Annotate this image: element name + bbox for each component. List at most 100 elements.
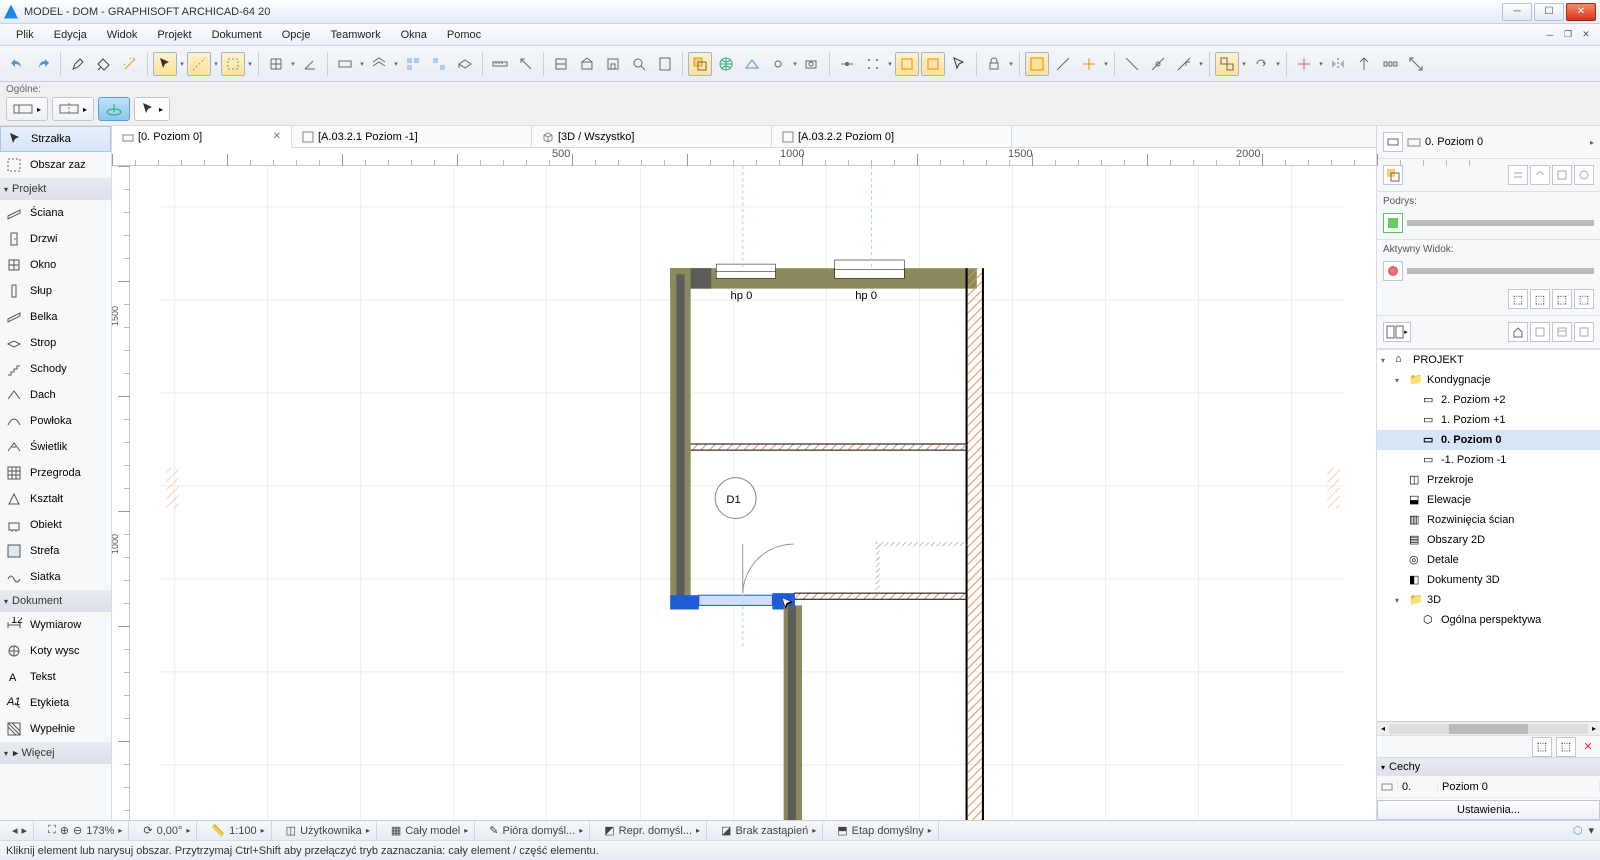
nav-layout-button[interactable] [1552, 322, 1572, 342]
lock-button[interactable] [982, 52, 1006, 76]
tool-beam[interactable]: Belka [0, 304, 111, 330]
drag-dropdown[interactable]: ▾ [1317, 60, 1325, 68]
tool-text[interactable]: ATekst [0, 664, 111, 690]
group-button[interactable] [1215, 52, 1239, 76]
aktywny-slider[interactable] [1407, 268, 1594, 274]
nav-item-2-poziom-2[interactable]: ▭2. Poziom +2 [1377, 390, 1600, 410]
tool-shell[interactable]: Powłoka [0, 408, 111, 434]
nav-expand-icon[interactable]: ▾ [1381, 356, 1391, 365]
podrys-slider[interactable] [1407, 220, 1594, 226]
drawing-canvas[interactable]: hp 0 hp 0 90 150 150 220 150 210 [130, 166, 1376, 820]
view-action-3[interactable]: ⬚ [1552, 289, 1572, 309]
view-dropdown-icon[interactable]: ▸ [1590, 138, 1594, 147]
link-button[interactable] [766, 52, 790, 76]
crosshair-button[interactable] [1077, 52, 1101, 76]
view-action-2[interactable]: ⬚ [1530, 289, 1550, 309]
grid-snap-button[interactable] [264, 52, 288, 76]
undo-button[interactable] [5, 52, 29, 76]
menu-edycja[interactable]: Edycja [44, 27, 97, 43]
magic-wand-button[interactable] [118, 52, 142, 76]
nav-new-button[interactable]: ⬚ [1532, 737, 1552, 757]
rotate-dropdown[interactable]: ▾ [1274, 60, 1282, 68]
rotate-button[interactable] [1249, 52, 1273, 76]
snap-guide-button[interactable] [221, 52, 245, 76]
detail-button[interactable] [627, 52, 651, 76]
pens-value[interactable]: Pióra domyśl... [503, 825, 576, 837]
quick-option-1[interactable]: ⬡ [1573, 824, 1583, 837]
nav-scroll-right[interactable]: ▸ [1592, 724, 1596, 733]
view-icon-button[interactable] [1383, 132, 1403, 152]
nav-item-rozwini-cia-cian[interactable]: ▥Rozwinięcia ścian [1377, 510, 1600, 530]
tool-label[interactable]: A1Etykieta [0, 690, 111, 716]
guideline-button[interactable] [187, 52, 211, 76]
tool-mesh[interactable]: Siatka [0, 564, 111, 590]
group-dropdown[interactable]: ▾ [1240, 60, 1248, 68]
menu-widok[interactable]: Widok [97, 27, 148, 43]
tool-zone[interactable]: Strefa [0, 538, 111, 564]
cursor-mode-dropdown[interactable]: ▾ [178, 60, 186, 68]
menu-opcje[interactable]: Opcje [272, 27, 321, 43]
view-action-1[interactable]: ⬚ [1508, 289, 1528, 309]
nav-item-0-poziom-0[interactable]: ▭0. Poziom 0 [1377, 430, 1600, 450]
drag-button[interactable] [1292, 52, 1316, 76]
renovation-button[interactable] [1025, 52, 1049, 76]
model-filter[interactable]: Cały model [405, 825, 460, 837]
toolbox-more-header[interactable]: ▾Więcej [0, 742, 111, 764]
maximize-button[interactable]: ☐ [1534, 3, 1564, 21]
layer-up-button[interactable] [367, 52, 391, 76]
nav-item-og-lna-perspektywa[interactable]: ⬡Ogólna perspektywa [1377, 610, 1600, 630]
properties-header[interactable]: Cechy [1377, 758, 1600, 776]
nav-project-button[interactable] [1508, 322, 1528, 342]
picker-button[interactable] [66, 52, 90, 76]
zoom-out-button[interactable]: ⊖ [73, 824, 82, 837]
doc-restore-button[interactable]: ❐ [1560, 28, 1576, 42]
snap-grid-button[interactable] [861, 52, 885, 76]
zoom-fit-button[interactable]: ⛶ [48, 824, 56, 837]
lock-dropdown[interactable]: ▾ [1007, 60, 1015, 68]
repr-value[interactable]: Repr. domyśl... [619, 825, 692, 837]
doc-close-button[interactable]: ✕ [1578, 28, 1594, 42]
gravity-button[interactable] [98, 97, 130, 121]
line-tool-button[interactable] [1051, 52, 1075, 76]
close-button[interactable]: ✕ [1566, 3, 1596, 21]
mirror-button[interactable] [1326, 52, 1350, 76]
tool-wall[interactable]: Ściana [0, 200, 111, 226]
menu-okna[interactable]: Okna [391, 27, 437, 43]
settings-button[interactable]: Ustawienia... [1377, 800, 1600, 820]
tool-slab[interactable]: Strop [0, 330, 111, 356]
tool-roof[interactable]: Dach [0, 382, 111, 408]
adjust-dropdown[interactable]: ▾ [1197, 60, 1205, 68]
nav-item-projekt[interactable]: ▾⌂PROJEKT [1377, 350, 1600, 370]
nav-item-kondygnacje[interactable]: ▾📁Kondygnacje [1377, 370, 1600, 390]
trace-settings-button[interactable] [1574, 165, 1594, 185]
tool-window[interactable]: Okno [0, 252, 111, 278]
grid-snap-dropdown[interactable]: ▾ [289, 60, 297, 68]
split-button[interactable] [1146, 52, 1170, 76]
toolbox-projekt-header[interactable]: Projekt [0, 178, 111, 200]
nav-item-obszary-2d[interactable]: ▤Obszary 2D [1377, 530, 1600, 550]
nav-item-3d[interactable]: ▾📁3D [1377, 590, 1600, 610]
crosshair-dropdown[interactable]: ▾ [1102, 60, 1110, 68]
tool-level[interactable]: Koty wysc [0, 638, 111, 664]
resize-button[interactable] [1404, 52, 1428, 76]
tool-morph[interactable]: Kształt [0, 486, 111, 512]
orientation-button[interactable]: ⟳ [143, 824, 152, 837]
angle-value[interactable]: 0,00° [157, 825, 183, 837]
nav-right-button[interactable]: ▸ [22, 824, 28, 837]
floor-nav-dropdown[interactable]: ▾ [358, 60, 366, 68]
zoom-in-button[interactable]: ⊕ [60, 824, 69, 837]
guideline-dropdown[interactable]: ▾ [212, 60, 220, 68]
tool-column[interactable]: Słup [0, 278, 111, 304]
insert-element-button[interactable]: ▸ [6, 97, 48, 121]
tab-poziom-0[interactable]: [0. Poziom 0] ✕ [112, 126, 292, 148]
tool-dimension[interactable]: 12Wymiarow [0, 612, 111, 638]
elevate-button[interactable] [1352, 52, 1376, 76]
nav-expand-icon[interactable]: ▾ [1395, 376, 1405, 385]
suspend-button[interactable] [947, 52, 971, 76]
surface-snap-button[interactable] [921, 52, 945, 76]
tool-arrow[interactable]: Strzałka [0, 126, 111, 152]
navigator-tree[interactable]: ▾⌂PROJEKT▾📁Kondygnacje▭2. Poziom +2▭1. P… [1377, 349, 1600, 721]
layer-combo[interactable]: Użytkownika [300, 825, 362, 837]
menu-teamwork[interactable]: Teamwork [320, 27, 390, 43]
view-action-4[interactable]: ⬚ [1574, 289, 1594, 309]
